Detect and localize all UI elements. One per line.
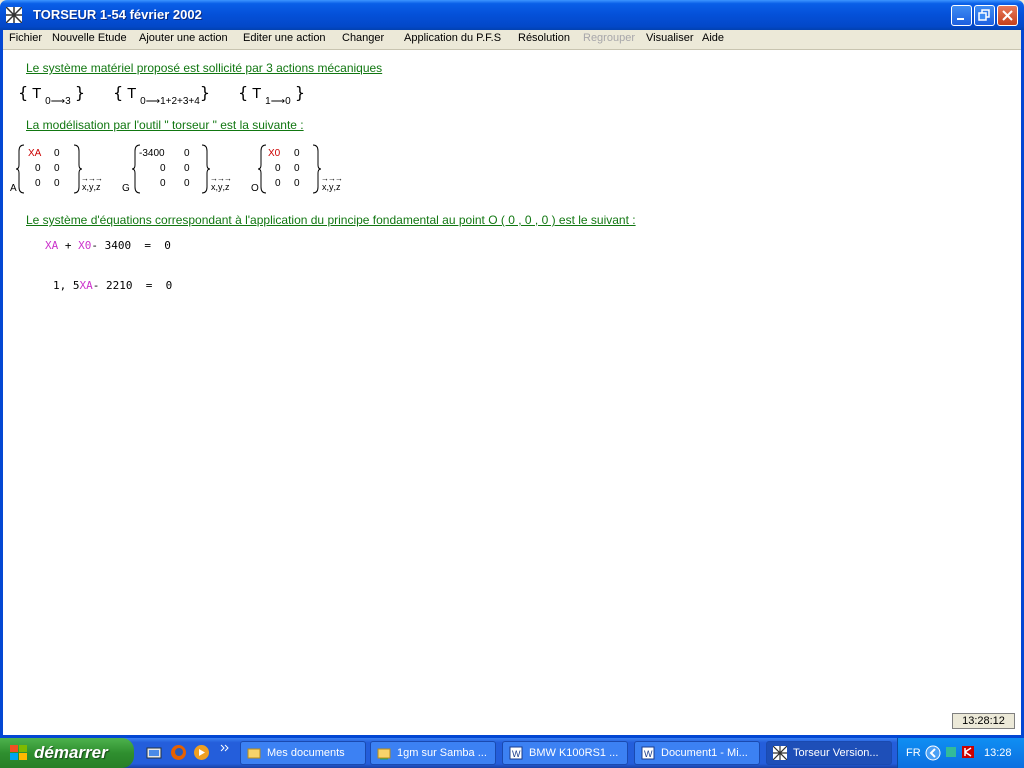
matrix-a-cell: 0	[35, 178, 41, 189]
folder-icon	[247, 748, 261, 759]
menu-regrouper: Regrouper	[583, 32, 635, 44]
matrix-g-point: G	[122, 183, 130, 194]
torseur-1: { T 0⟶1+2+3+4}	[113, 83, 211, 107]
torseur-0: { T 0⟶3 }	[18, 83, 85, 107]
torseur-2: { T 1⟶0 }	[238, 83, 305, 107]
matrix-o-basis: x → ,y → ,z →	[321, 174, 344, 192]
torseur-app-icon	[6, 7, 22, 23]
matrix-a-cell: 0	[54, 148, 60, 159]
equation-1: XA + X0- 3400 = 0	[45, 239, 171, 252]
network-folder-icon	[377, 748, 391, 760]
matrix-a-point: A	[10, 183, 17, 194]
matrix-g-cell: 0	[184, 178, 190, 189]
task-samba[interactable]: 1gm sur Samba ...	[370, 741, 496, 765]
matrix-g-cell: 0	[160, 163, 166, 174]
task-bmw[interactable]: W BMW K100RS1 ...	[502, 741, 628, 765]
matrix-a-braces	[15, 144, 83, 194]
firefox-icon[interactable]	[170, 744, 187, 761]
word-document-icon: W	[641, 746, 655, 760]
matrix-g: G -3400 0 0 0 0 0 x → ,y → ,z →	[122, 143, 232, 194]
start-button[interactable]: démarrer	[0, 738, 134, 768]
show-desktop-icon[interactable]	[146, 745, 162, 761]
window-border-left	[0, 30, 3, 735]
matrix-o-cell: 0	[294, 163, 300, 174]
matrix-o-cell: 0	[275, 163, 281, 174]
status-time: 13:28:12	[952, 713, 1015, 729]
task-document1[interactable]: W Document1 - Mi...	[634, 741, 760, 765]
minimize-button[interactable]	[951, 5, 972, 26]
svg-text:W: W	[512, 749, 521, 759]
matrix-a-cell: 0	[54, 178, 60, 189]
client-area: Le système matériel proposé est sollicit…	[3, 50, 1021, 735]
menu-changer[interactable]: Changer	[342, 32, 384, 44]
media-player-icon[interactable]	[193, 744, 210, 761]
system-tray: FR 13:28	[897, 738, 1024, 768]
eq1-x0: X0	[78, 239, 92, 252]
windows-logo-icon	[10, 745, 27, 760]
language-indicator[interactable]: FR	[906, 747, 921, 759]
eq2-pre: 1, 5	[53, 279, 80, 292]
word-document-icon: W	[509, 746, 523, 760]
network-icon[interactable]	[944, 745, 958, 759]
close-icon	[1002, 10, 1013, 21]
matrix-o-cell: X0	[268, 148, 281, 159]
matrix-g-basis: x → ,y → ,z →	[210, 174, 233, 192]
taskbar: démarrer Mes documents 1gm sur Samba ...…	[0, 738, 1024, 768]
restore-icon	[978, 9, 990, 21]
title-bar[interactable]: TORSEUR 1-54 février 2002	[0, 0, 1024, 30]
menu-visualiser[interactable]: Visualiser	[646, 32, 694, 44]
eq1-rest: - 3400 = 0	[91, 239, 171, 252]
tray-clock: 13:28	[984, 747, 1012, 759]
matrix-g-cell: 0	[160, 178, 166, 189]
menu-aide[interactable]: Aide	[702, 32, 724, 44]
menu-nouvelle-etude[interactable]: Nouvelle Etude	[52, 32, 127, 44]
menu-editer-action[interactable]: Editer une action	[243, 32, 326, 44]
equation-2: 1, 5XA- 2210 = 0	[53, 279, 172, 292]
tray-expand-icon[interactable]	[925, 745, 941, 761]
menu-bar: Fichier Nouvelle Etude Ajouter une actio…	[3, 30, 1021, 50]
matrix-g-cell: -3400	[139, 148, 165, 159]
svg-text:W: W	[644, 749, 653, 759]
heading-modelisation: La modélisation par l'outil " torseur " …	[26, 118, 304, 132]
matrix-a-basis: x → ,y → ,z →	[81, 174, 104, 192]
matrix-a-cell: 0	[54, 163, 60, 174]
close-button[interactable]	[997, 5, 1018, 26]
minimize-icon	[957, 18, 964, 20]
restore-button[interactable]	[974, 5, 995, 26]
matrix-o-point: O	[251, 183, 259, 194]
heading-equations: Le système d'équations correspondant à l…	[26, 213, 636, 227]
matrix-o-cell: 0	[275, 178, 281, 189]
matrix-g-cell: 0	[184, 163, 190, 174]
torseur-app-icon	[773, 746, 787, 760]
task-torseur[interactable]: Torseur Version...	[766, 741, 892, 765]
menu-application-pfs[interactable]: Application du P.F.S	[404, 32, 501, 44]
eq2-rest: - 2210 = 0	[92, 279, 173, 292]
chevron-more-icon[interactable]	[220, 743, 230, 753]
antivirus-icon[interactable]	[961, 745, 975, 759]
eq1-op: +	[58, 239, 79, 252]
matrix-o-cell: 0	[294, 178, 300, 189]
eq1-xa: XA	[45, 239, 59, 252]
heading-actions: Le système matériel proposé est sollicit…	[26, 61, 383, 75]
start-label: démarrer	[34, 743, 108, 762]
matrix-a-cell: XA	[28, 148, 42, 159]
matrix-g-braces	[131, 144, 211, 194]
matrix-o-cell: 0	[294, 148, 300, 159]
matrix-g-cell: 0	[184, 148, 190, 159]
window-title: TORSEUR 1-54 février 2002	[33, 7, 202, 22]
matrix-a: A XA 0 0 0 0 0 x → ,y → ,z →	[10, 143, 103, 194]
menu-resolution[interactable]: Résolution	[518, 32, 570, 44]
matrix-a-cell: 0	[35, 163, 41, 174]
menu-fichier[interactable]: Fichier	[9, 32, 42, 44]
matrix-o-braces	[257, 144, 322, 194]
eq2-xa: XA	[79, 279, 93, 292]
menu-ajouter-action[interactable]: Ajouter une action	[139, 32, 228, 44]
task-mes-documents[interactable]: Mes documents	[240, 741, 366, 765]
matrix-o: O X0 0 0 0 0 0 x → ,y → ,z →	[251, 143, 343, 194]
